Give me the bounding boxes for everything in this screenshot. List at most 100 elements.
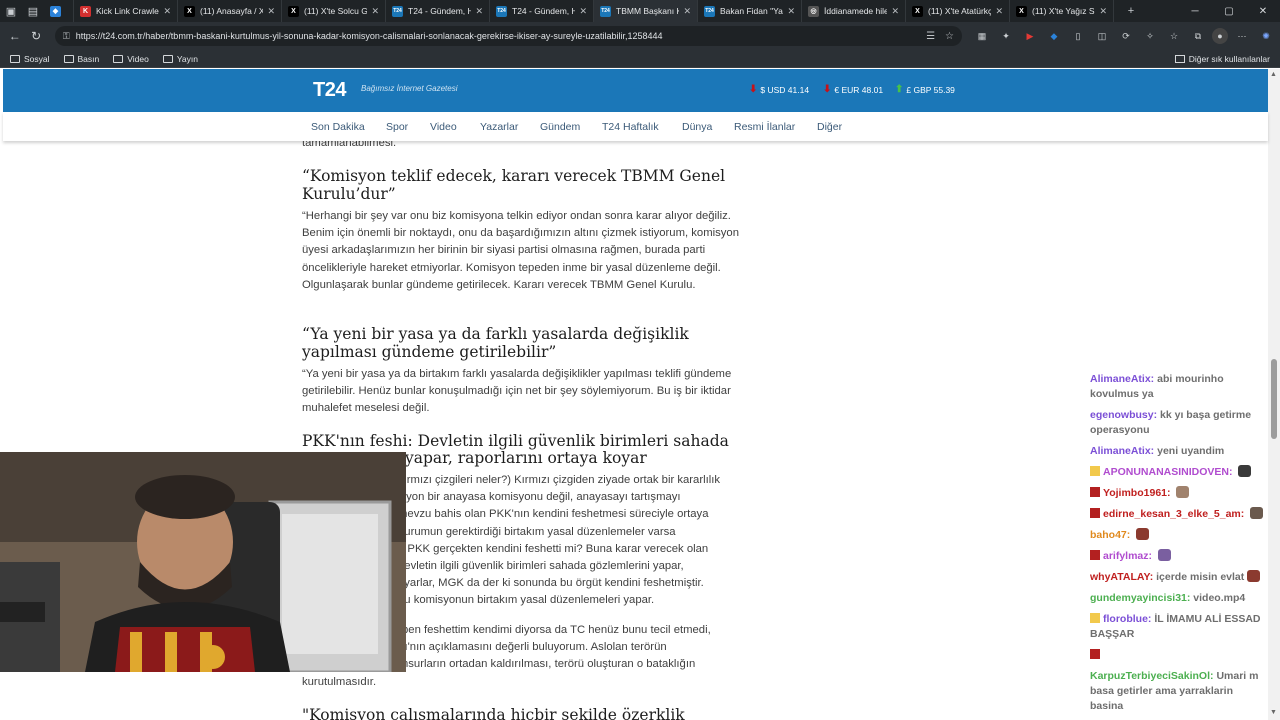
chat-badge-icon xyxy=(1090,487,1100,497)
extension-icon[interactable]: ▶ xyxy=(1020,28,1040,44)
tab-title: (11) Anasayfa / X xyxy=(200,6,264,16)
site-logo[interactable]: T24 xyxy=(313,79,346,102)
tab-title: Kick Link Crawler xyxy=(96,6,160,16)
chat-message: baho47: xyxy=(1090,528,1266,543)
other-bookmarks[interactable]: Diğer sık kullanılanlar xyxy=(1174,53,1270,64)
close-tab-icon[interactable]: ✕ xyxy=(475,6,483,17)
browser-tab[interactable]: X (11) X'te Atatürkç ✕ xyxy=(906,0,1010,22)
close-tab-icon[interactable]: ✕ xyxy=(267,6,275,17)
close-tab-icon[interactable]: ✕ xyxy=(371,6,379,17)
chat-message: KarpuzTerbiyeciSakinOl: Umari m basa get… xyxy=(1090,669,1266,714)
nav-yazarlar[interactable]: Yazarlar xyxy=(480,121,518,133)
scroll-down-icon[interactable]: ▼ xyxy=(1270,709,1277,716)
close-tab-icon[interactable]: ✕ xyxy=(891,6,899,17)
nav-spor[interactable]: Spor xyxy=(386,121,408,133)
tab-title: TBMM Başkanı Ku xyxy=(616,6,679,16)
refresh-extension-icon[interactable]: ⟳ xyxy=(1116,28,1136,44)
chat-badge-icon xyxy=(1090,649,1100,659)
down-arrow-icon: ⬇ xyxy=(749,84,758,95)
down-arrow-icon: ⬇ xyxy=(823,84,832,95)
chat-badge-icon xyxy=(1090,613,1100,623)
nav-gundem[interactable]: Gündem xyxy=(540,121,580,133)
bookmark-folder-yayin[interactable]: Yayın xyxy=(162,53,198,64)
more-menu-icon[interactable]: ⋯ xyxy=(1232,28,1252,44)
tab-favicon: T24 xyxy=(392,5,403,17)
site-tagline: Bağımsız İnternet Gazetesi xyxy=(361,84,458,93)
chat-message: whyATALAY: içerde misin evlat xyxy=(1090,570,1266,585)
nav-dunya[interactable]: Dünya xyxy=(682,121,712,133)
browser-tab[interactable]: X (11) X'te Yağız Sal ✕ xyxy=(1010,0,1114,22)
article-line: kırmızı çizgileri neler?) Kırmızı çizgid… xyxy=(398,474,721,486)
browser-tab[interactable]: T24 T24 - Gündem, Ha ✕ xyxy=(386,0,490,22)
browser-tab[interactable]: X (11) Anasayfa / X ✕ xyxy=(178,0,282,22)
back-icon[interactable]: ← xyxy=(4,25,25,47)
maximize-icon[interactable]: ▢ xyxy=(1212,6,1246,17)
extensions-puzzle-icon[interactable]: ✧ xyxy=(1140,28,1160,44)
chat-emote-icon xyxy=(1136,528,1150,540)
reload-icon[interactable]: ↻ xyxy=(25,25,46,47)
tab-favicon: T24 xyxy=(496,5,507,17)
close-tab-icon[interactable]: ✕ xyxy=(1099,6,1107,17)
site-info-icon[interactable]: ⚿ xyxy=(63,31,70,42)
browser-tab[interactable]: T24 TBMM Başkanı Ku ✕ xyxy=(594,0,698,22)
browser-tab[interactable]: T24 Bakan Fidan "Yapt ✕ xyxy=(698,0,802,22)
collections-icon[interactable]: ⧉ xyxy=(1188,28,1208,44)
minimize-icon[interactable]: ─ xyxy=(1178,6,1212,17)
chat-username: egenowbusy: xyxy=(1090,409,1161,421)
article-subheading: “Ya yeni bir yasa ya da farklı yasalarda… xyxy=(302,325,689,361)
favorite-star-icon[interactable]: ☆ xyxy=(945,31,954,42)
up-arrow-icon: ⬆ xyxy=(895,84,904,95)
extension-icon[interactable]: ◆ xyxy=(1044,28,1064,44)
browser-tab[interactable]: K Kick Link Crawler ✕ xyxy=(74,0,178,22)
browser-tab[interactable]: ◎ İddianamede hile ✕ xyxy=(802,0,906,22)
article-subheading: "Komisyon çalışmalarında hiçbir şekilde … xyxy=(302,706,685,720)
article-line: mevzu bahis olan PKK'nın kendini feshetm… xyxy=(398,508,709,521)
bookmark-label: Basın xyxy=(77,53,100,64)
bookmark-folder-basin[interactable]: Basın xyxy=(63,53,100,64)
close-tab-icon[interactable]: ✕ xyxy=(995,6,1003,17)
tab-list: ◆ K Kick Link Crawler ✕ X (11) Anasayfa / X ✕ X… xyxy=(44,0,1114,22)
tab-favicon: K xyxy=(80,5,91,17)
browser-tab[interactable]: ◆ xyxy=(44,0,74,22)
bookmark-folder-sosyal[interactable]: Sosyal xyxy=(10,54,50,64)
tab-actions-icon[interactable]: ▤ xyxy=(22,0,44,22)
extension-icon[interactable]: ▯ xyxy=(1068,28,1088,44)
bookmark-label: Yayın xyxy=(176,53,198,64)
close-tab-icon[interactable]: ✕ xyxy=(163,6,171,17)
new-tab-button[interactable]: + xyxy=(1120,0,1142,22)
close-tab-icon[interactable]: ✕ xyxy=(579,6,587,17)
nav-diger[interactable]: Diğer xyxy=(817,121,842,133)
extension-icon[interactable]: ▦ xyxy=(972,28,992,44)
close-window-icon[interactable]: ✕ xyxy=(1246,6,1280,17)
chat-username: APONUNANASINIDOVEN: xyxy=(1103,466,1236,478)
nav-video[interactable]: Video xyxy=(430,121,457,133)
nav-son-dakika[interactable]: Son Dakika xyxy=(311,121,365,133)
folder-icon xyxy=(113,54,124,63)
chat-username: Yojimbo1961: xyxy=(1103,487,1174,499)
favorites-icon[interactable]: ☆ xyxy=(1164,28,1184,44)
tab-favicon: T24 xyxy=(704,5,715,17)
bookmark-label: Video xyxy=(127,53,149,64)
page-scrollbar[interactable]: ▲ ▼ xyxy=(1268,69,1280,720)
bookmark-folder-video[interactable]: Video xyxy=(113,54,149,64)
split-screen-icon[interactable]: ◫ xyxy=(1092,28,1112,44)
scrollbar-thumb[interactable] xyxy=(1271,359,1277,439)
chat-message: gundemyayincisi31: video.mp4 xyxy=(1090,591,1266,606)
browser-tab[interactable]: T24 T24 - Gündem, Ha ✕ xyxy=(490,0,594,22)
copilot-icon[interactable]: ✺ xyxy=(1256,28,1276,44)
reader-mode-icon[interactable]: ☰ xyxy=(926,31,935,42)
workspaces-icon[interactable]: ▣ xyxy=(0,0,22,22)
browser-tab[interactable]: X (11) X'te Solcu Ga ✕ xyxy=(282,0,386,22)
close-tab-icon[interactable]: ✕ xyxy=(683,6,691,17)
url-field[interactable]: ⚿ https://t24.com.tr/haber/tbmm-baskani-… xyxy=(54,26,963,46)
chat-username: KarpuzTerbiyeciSakinOl: xyxy=(1090,670,1217,682)
other-bookmarks-label: Diğer sık kullanılanlar xyxy=(1188,53,1270,64)
profile-avatar[interactable]: ● xyxy=(1212,28,1229,44)
chat-emote-icon xyxy=(1247,570,1261,582)
scroll-up-icon[interactable]: ▲ xyxy=(1270,71,1277,78)
close-tab-icon[interactable]: ✕ xyxy=(787,6,795,17)
chat-emote-icon xyxy=(1176,486,1190,498)
extension-icon[interactable]: ✦ xyxy=(996,28,1016,44)
nav-resmi-ilanlar[interactable]: Resmi İlanlar xyxy=(734,121,795,133)
nav-t24-haftalik[interactable]: T24 Haftalık xyxy=(602,121,659,133)
